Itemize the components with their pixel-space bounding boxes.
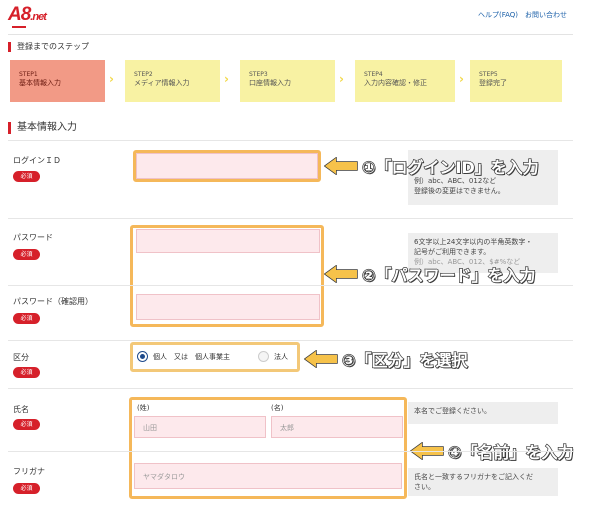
login-id-label: ログインＩＤ [13,156,61,165]
radio-dot [137,351,148,362]
callout-text: ②「パスワード」を入力 [361,265,536,285]
callout-category: ③「区分」を選択 [304,347,468,371]
password-label: パスワード [13,233,53,242]
callout-arrow-icon [324,157,358,175]
callout-arrow-icon [304,350,338,368]
step-number: STEP2 [134,71,153,78]
category-label: 区分 [13,353,29,362]
required-badge: 必須 [13,249,40,260]
callout-text: ①「ログインID」を入力 [361,157,539,177]
row-divider [8,285,573,286]
note-line: 本名でご登録ください。 [414,407,491,415]
note-line: 氏名と一致するフリガナをご記入くだ [414,473,533,481]
note-line: 6文字以上24文字以内の半角英数字・ [414,238,533,246]
logo-suffix: .net [30,11,47,23]
note-line: 登録後の変更はできません。 [414,187,505,195]
step-label: 登録完了 [479,79,507,87]
step-number: STEP3 [249,71,268,78]
section-title: 基本情報入力 [8,122,77,134]
contact-link[interactable]: お問い合わせ [525,10,567,20]
step-label: 基本情報入力 [19,79,61,87]
header-divider [8,34,573,35]
radio-label: 法人 [274,352,288,361]
step-arrow-icon: › [339,72,344,86]
step-label: 入力内容確認・修正 [364,79,427,87]
login-id-highlight [133,150,321,182]
row-divider [8,218,573,219]
last-name-sublabel: (姓) [137,404,150,412]
step-number: STEP1 [19,71,38,78]
furigana-note: 氏名と一致するフリガナをご記入くだ さい。 [408,468,558,496]
step-arrow-icon: › [224,72,229,86]
row-divider [8,340,573,341]
required-badge: 必須 [13,419,40,430]
radio-corporation[interactable]: 法人 [258,351,288,362]
step-arrow-icon: › [109,72,114,86]
name-label: 氏名 [13,405,29,414]
first-name-placeholder: 太郎 [280,424,294,432]
furigana-label: フリガナ [13,467,45,476]
a8-logo[interactable]: A8.net [8,4,47,26]
note-line: さい。 [414,483,435,491]
step-number: STEP4 [364,71,383,78]
section-divider [8,140,573,141]
row-divider [8,451,573,452]
step-2: STEP2 メディア情報入力 [125,60,220,102]
row-divider [8,388,573,389]
radio-label: 個人 又は 個人事業主 [153,352,230,361]
step-1: STEP1 基本情報入力 [10,60,105,102]
callout-arrow-icon [324,265,358,283]
step-label: 口座情報入力 [249,79,291,87]
required-badge: 必須 [13,367,40,378]
step-5: STEP5 登録完了 [470,60,562,102]
callout-password: ②「パスワード」を入力 [324,262,536,286]
logo-text: A8 [8,4,31,25]
furigana-input[interactable]: ヤマダタロウ [134,463,402,489]
required-badge: 必須 [13,313,40,324]
logo-underline [12,26,26,28]
step-arrow-icon: › [459,72,464,86]
callout-text: ③「区分」を選択 [341,350,468,370]
last-name-input[interactable]: 山田 [134,416,266,438]
furigana-placeholder: ヤマダタロウ [143,473,185,481]
last-name-placeholder: 山田 [143,424,157,432]
required-badge: 必須 [13,171,40,182]
step-label: メディア情報入力 [134,79,190,87]
first-name-sublabel: (名) [271,404,284,412]
password-confirm-input[interactable] [136,294,320,320]
password-confirm-label: パスワード（確認用） [13,297,93,306]
step-4: STEP4 入力内容確認・修正 [355,60,455,102]
first-name-input[interactable]: 太郎 [271,416,403,438]
step-3: STEP3 口座情報入力 [240,60,335,102]
steps-title: 登録までのステップ [8,42,89,52]
name-note: 本名でご登録ください。 [408,402,558,424]
radio-individual[interactable]: 個人 又は 個人事業主 [137,351,230,362]
callout-login-id: ①「ログインID」を入力 [324,154,539,178]
radio-dot [258,351,269,362]
required-badge: 必須 [13,483,40,494]
help-faq-link[interactable]: ヘルプ(FAQ) [478,10,518,20]
note-line: 記号がご利用できます。 [414,248,491,256]
step-number: STEP5 [479,71,498,78]
